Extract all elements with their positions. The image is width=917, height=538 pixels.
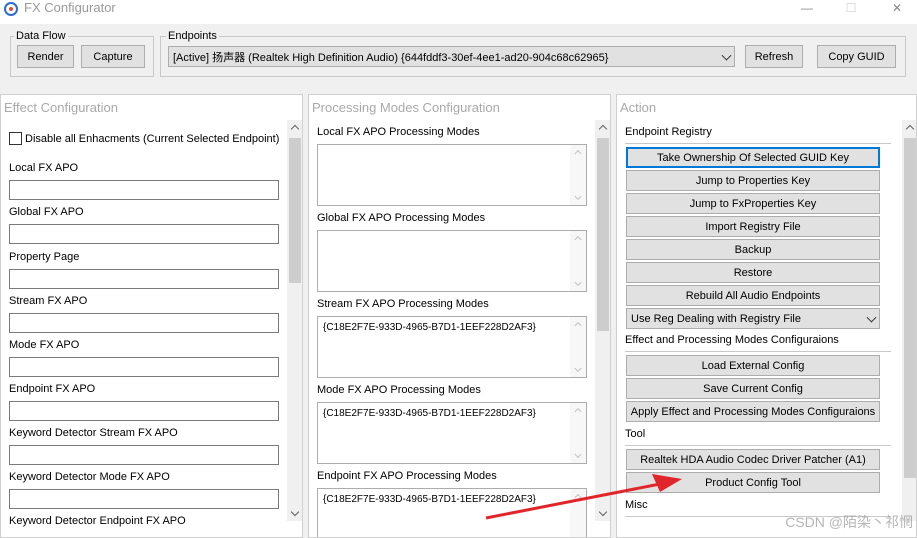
endpoint-fx-apo-label: Endpoint FX APO xyxy=(9,383,96,395)
endpoint-select[interactable]: [Active] 扬声器 (Realtek High Definition Au… xyxy=(168,46,735,67)
mode-fx-apo-input[interactable] xyxy=(9,357,279,377)
scroll-up-icon[interactable] xyxy=(905,124,915,134)
close-button[interactable]: ✕ xyxy=(882,0,912,18)
effect-processing-label: Effect and Processing Modes Configuraion… xyxy=(625,334,839,346)
scroll-up-icon[interactable] xyxy=(290,124,300,134)
refresh-button[interactable]: Refresh xyxy=(745,45,803,68)
app-logo-icon xyxy=(4,2,18,16)
import-registry-button[interactable]: Import Registry File xyxy=(626,216,880,237)
scroll-down-icon[interactable] xyxy=(574,450,582,459)
annotation-arrow-icon xyxy=(485,474,682,520)
action-title: Action xyxy=(620,100,657,115)
scroll-down-icon[interactable] xyxy=(290,507,300,517)
minimize-button[interactable]: — xyxy=(792,0,822,18)
global-fx-apo-input[interactable] xyxy=(9,224,279,244)
local-fx-apo-input[interactable] xyxy=(9,180,279,200)
kd-endpoint-fx-apo-label: Keyword Detector Endpoint FX APO xyxy=(9,515,186,527)
effect-config-scrollbar[interactable] xyxy=(287,120,302,521)
action-scrollbar[interactable] xyxy=(902,120,916,521)
take-ownership-button[interactable]: Take Ownership Of Selected GUID Key xyxy=(626,147,880,168)
arrow-shaft xyxy=(485,482,661,520)
scroll-down-icon[interactable] xyxy=(574,278,582,287)
jump-properties-button[interactable]: Jump to Properties Key xyxy=(626,170,880,191)
reg-dealing-value: Use Reg Dealing with Registry File xyxy=(631,312,801,325)
scroll-up-icon[interactable] xyxy=(574,235,582,244)
divider xyxy=(625,143,891,144)
maximize-button[interactable]: ☐ xyxy=(836,0,866,18)
divider xyxy=(625,445,891,446)
property-page-label: Property Page xyxy=(9,251,80,263)
chevron-down-icon xyxy=(721,50,732,61)
global-fx-apo-label: Global FX APO xyxy=(9,206,84,218)
backup-button[interactable]: Backup xyxy=(626,239,880,260)
endpoint-registry-label: Endpoint Registry xyxy=(625,126,712,138)
textarea-scrollbar[interactable] xyxy=(570,145,586,205)
scroll-up-icon[interactable] xyxy=(574,321,582,330)
mode-fx-apo-label: Mode FX APO xyxy=(9,339,80,351)
endpoint-modes-label: Endpoint FX APO Processing Modes xyxy=(317,470,497,482)
stream-modes-label: Stream FX APO Processing Modes xyxy=(317,298,489,310)
local-modes-label: Local FX APO Processing Modes xyxy=(317,126,480,138)
endpoints-label: Endpoints xyxy=(166,30,219,42)
scrollbar-thumb[interactable] xyxy=(904,138,916,478)
processing-modes-title: Processing Modes Configuration xyxy=(312,100,500,115)
restore-button[interactable]: Restore xyxy=(626,262,880,283)
endpoint-fx-apo-input[interactable] xyxy=(9,401,279,421)
tool-label: Tool xyxy=(625,428,646,440)
textarea-scrollbar[interactable] xyxy=(570,317,586,377)
scroll-up-icon[interactable] xyxy=(574,149,582,158)
processing-modes-scrollbar[interactable] xyxy=(595,120,610,521)
scrollbar-thumb[interactable] xyxy=(289,138,301,283)
kd-mode-fx-apo-label: Keyword Detector Mode FX APO xyxy=(9,471,170,483)
stream-modes-value: {C18E2F7E-933D-4965-B7D1-1EEF228D2AF3} xyxy=(323,322,536,333)
stream-fx-apo-label: Stream FX APO xyxy=(9,295,88,307)
render-button[interactable]: Render xyxy=(17,45,74,68)
global-modes-textarea[interactable] xyxy=(317,230,587,292)
local-modes-textarea[interactable] xyxy=(317,144,587,206)
kd-stream-fx-apo-input[interactable] xyxy=(9,445,279,465)
dataflow-label: Data Flow xyxy=(14,30,68,42)
scroll-down-icon[interactable] xyxy=(574,192,582,201)
global-modes-label: Global FX APO Processing Modes xyxy=(317,212,486,224)
scrollbar-thumb[interactable] xyxy=(597,138,609,331)
scroll-up-icon[interactable] xyxy=(574,407,582,416)
endpoint-select-value: [Active] 扬声器 (Realtek High Definition Au… xyxy=(173,51,609,64)
rebuild-endpoints-button[interactable]: Rebuild All Audio Endpoints xyxy=(626,285,880,306)
title-bar: FX Configurator — ☐ ✕ xyxy=(0,0,917,24)
mode-modes-value: {C18E2F7E-933D-4965-B7D1-1EEF228D2AF3} xyxy=(323,408,536,419)
apply-config-button[interactable]: Apply Effect and Processing Modes Config… xyxy=(626,401,880,422)
disable-all-label: Disable all Enhacments (Current Selected… xyxy=(25,133,280,145)
jump-fxproperties-button[interactable]: Jump to FxProperties Key xyxy=(626,193,880,214)
window-title: FX Configurator xyxy=(24,0,116,15)
arrow-head xyxy=(652,474,682,492)
mode-modes-label: Mode FX APO Processing Modes xyxy=(317,384,481,396)
kd-mode-fx-apo-input[interactable] xyxy=(9,489,279,509)
mode-modes-textarea[interactable]: {C18E2F7E-933D-4965-B7D1-1EEF228D2AF3} xyxy=(317,402,587,464)
reg-dealing-select[interactable]: Use Reg Dealing with Registry File xyxy=(626,308,880,329)
kd-stream-fx-apo-label: Keyword Detector Stream FX APO xyxy=(9,427,178,439)
watermark-text: CSDN @陌染丶祁惘 xyxy=(785,514,913,530)
property-page-input[interactable] xyxy=(9,269,279,289)
save-config-button[interactable]: Save Current Config xyxy=(626,378,880,399)
capture-button[interactable]: Capture xyxy=(81,45,145,68)
load-config-button[interactable]: Load External Config xyxy=(626,355,880,376)
local-fx-apo-label: Local FX APO xyxy=(9,162,79,174)
divider xyxy=(625,351,891,352)
copy-guid-button[interactable]: Copy GUID xyxy=(817,45,896,68)
effect-config-panel: Effect Configuration Disable all Enhacme… xyxy=(0,94,303,538)
textarea-scrollbar[interactable] xyxy=(570,403,586,463)
stream-modes-textarea[interactable]: {C18E2F7E-933D-4965-B7D1-1EEF228D2AF3} xyxy=(317,316,587,378)
scroll-down-icon[interactable] xyxy=(574,364,582,373)
effect-config-title: Effect Configuration xyxy=(4,100,118,115)
chevron-down-icon xyxy=(866,312,877,323)
stream-fx-apo-input[interactable] xyxy=(9,313,279,333)
textarea-scrollbar[interactable] xyxy=(570,231,586,291)
disable-all-checkbox[interactable] xyxy=(9,132,22,145)
realtek-patcher-button[interactable]: Realtek HDA Audio Codec Driver Patcher (… xyxy=(626,449,880,470)
scroll-up-icon[interactable] xyxy=(598,124,608,134)
